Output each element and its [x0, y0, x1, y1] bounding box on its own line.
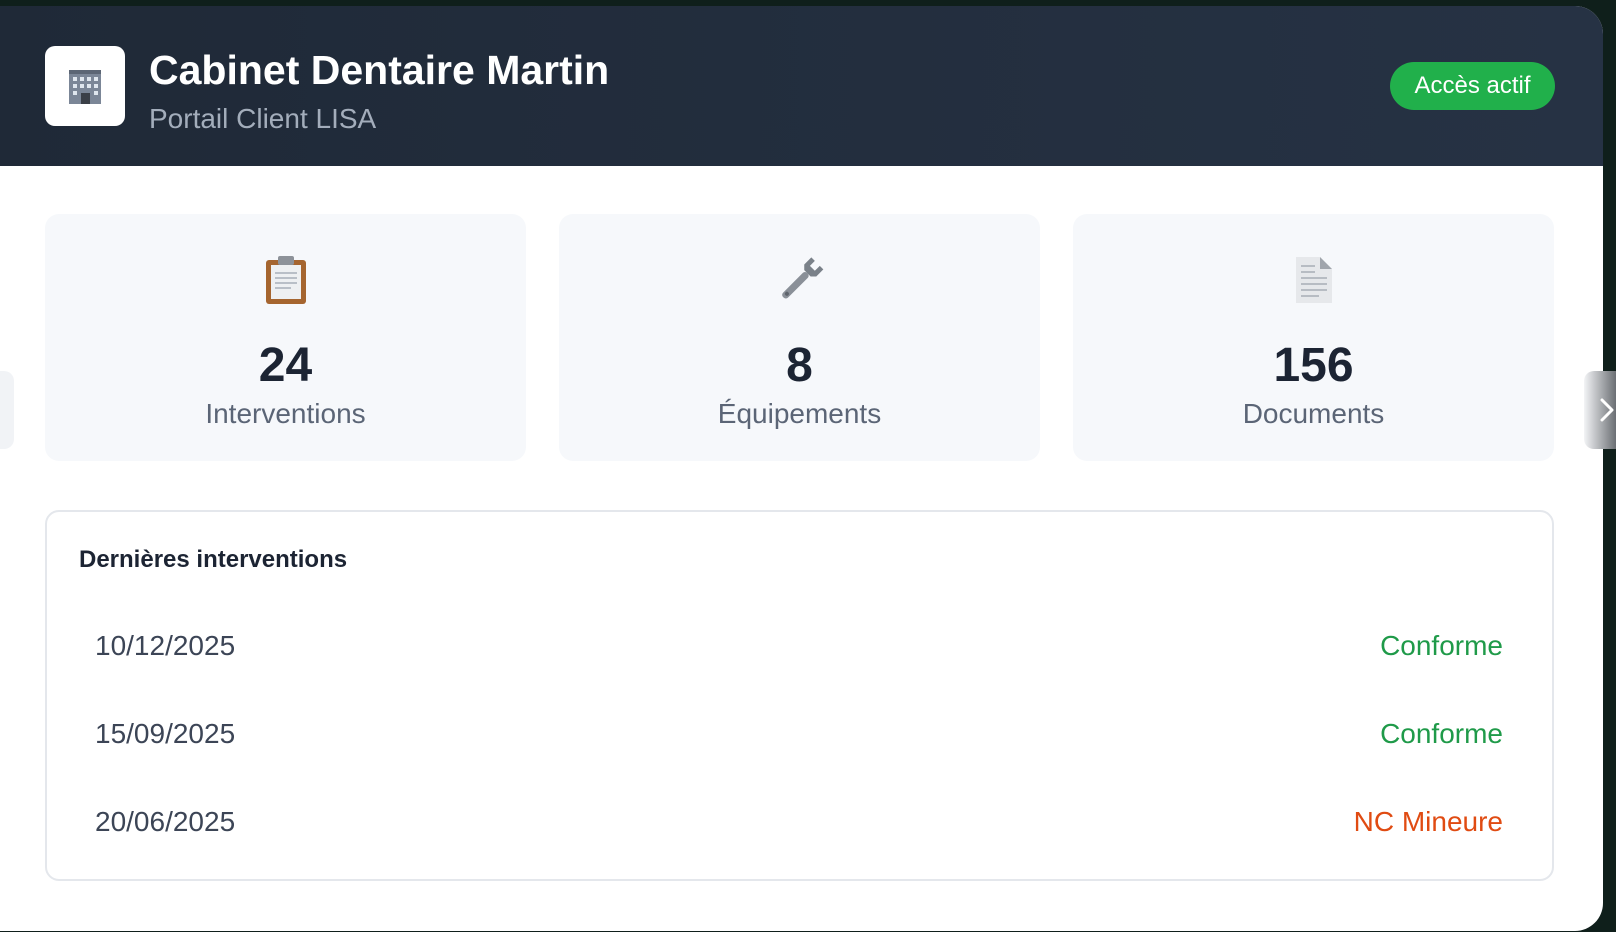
intervention-date: 10/12/2025 [95, 630, 236, 661]
chevron-right-icon [1600, 398, 1614, 422]
wrench-icon [781, 257, 823, 299]
carousel-next-button[interactable] [1584, 371, 1616, 449]
intervention-status: Conforme [1380, 718, 1503, 749]
document-icon [1295, 257, 1332, 303]
intervention-row[interactable]: 10/12/2025 Conforme [95, 628, 1503, 664]
intervention-row[interactable]: 20/06/2025 NC Mineure [95, 804, 1503, 840]
stat-value: 156 [1273, 339, 1354, 392]
office-building-icon [69, 70, 101, 104]
intervention-date: 20/06/2025 [95, 806, 236, 837]
stat-card-interventions[interactable]: 24 Interventions [45, 214, 526, 461]
carousel-prev-handle[interactable] [0, 371, 14, 449]
intervention-date: 15/09/2025 [95, 718, 236, 749]
client-portal-card: Cabinet Dentaire Martin Portail Client L… [0, 6, 1603, 931]
access-status-badge: Accès actif [1390, 62, 1555, 110]
stat-label: Documents [1242, 398, 1385, 429]
stat-card-equipments[interactable]: 8 Équipements [559, 214, 1040, 461]
stat-value: 8 [786, 339, 813, 392]
portal-subtitle: Portail Client LISA [149, 103, 377, 134]
portal-header: Cabinet Dentaire Martin Portail Client L… [0, 6, 1603, 166]
stat-card-documents[interactable]: 156 Documents [1073, 214, 1554, 461]
stat-value: 24 [258, 339, 313, 392]
stat-label: Interventions [205, 398, 366, 429]
recent-interventions-panel: Dernières interventions 10/12/2025 Confo… [45, 510, 1554, 881]
intervention-row[interactable]: 15/09/2025 Conforme [95, 716, 1503, 752]
intervention-status: Conforme [1380, 630, 1503, 661]
stat-label: Équipements [717, 398, 882, 429]
clipboard-icon [265, 256, 306, 304]
panel-title: Dernières interventions [79, 546, 348, 573]
client-logo [45, 46, 125, 126]
intervention-status: NC Mineure [1353, 806, 1503, 837]
client-name: Cabinet Dentaire Martin [149, 47, 610, 93]
